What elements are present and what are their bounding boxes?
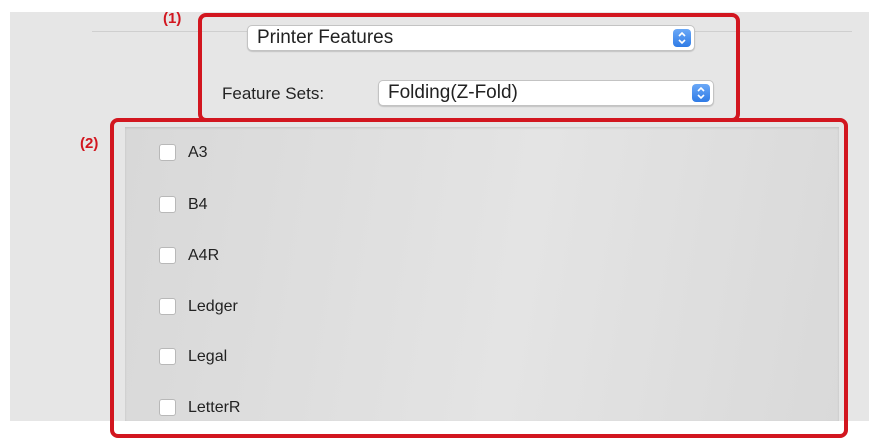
callout-box-2: [110, 118, 848, 438]
panel-selector-popup[interactable]: Printer Features: [247, 25, 695, 51]
up-down-chevron-icon: [673, 29, 691, 47]
panel-selector-value: Printer Features: [257, 27, 394, 48]
callout-label-1: (1): [163, 10, 182, 27]
feature-sets-value: Folding(Z-Fold): [388, 82, 518, 103]
feature-sets-popup[interactable]: Folding(Z-Fold): [378, 80, 714, 106]
feature-sets-label: Feature Sets:: [222, 84, 325, 103]
callout-label-2: (2): [80, 135, 99, 152]
up-down-chevron-icon: [692, 84, 710, 102]
